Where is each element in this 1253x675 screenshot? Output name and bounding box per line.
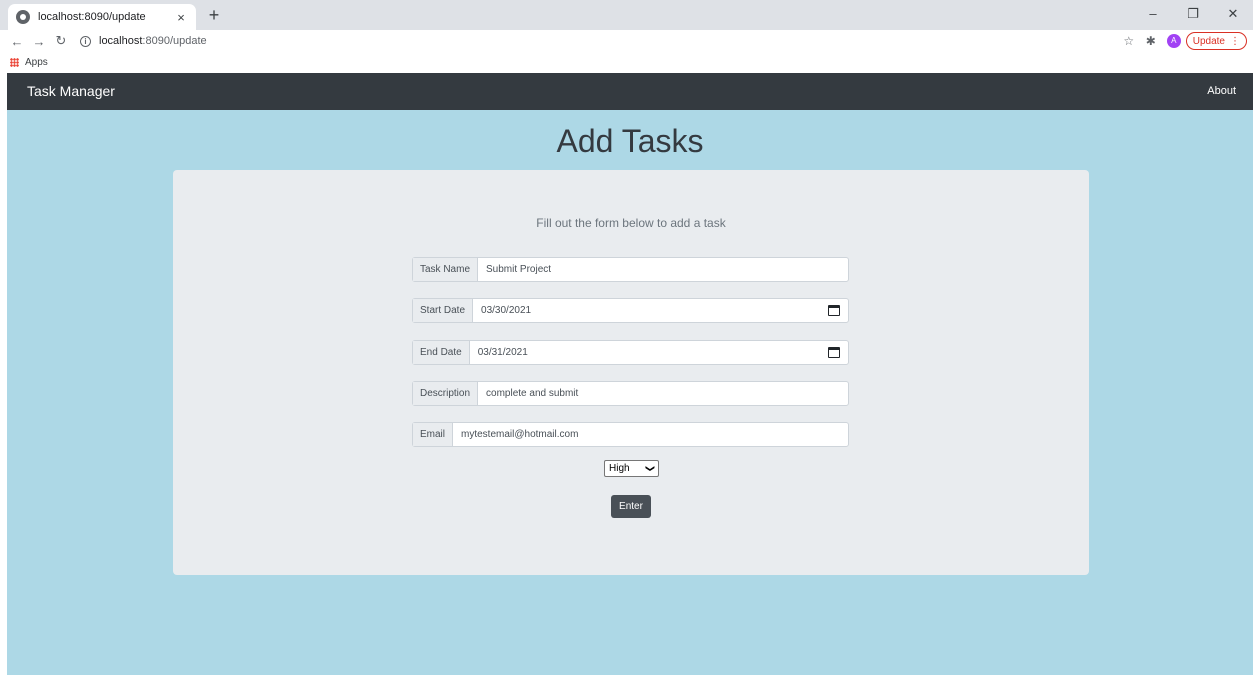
start-date-field[interactable]: Start Date 03/30/2021: [412, 298, 849, 323]
page-content: Task Manager About Add Tasks Fill out th…: [7, 73, 1253, 675]
menu-icon: ⋮: [1230, 35, 1240, 47]
browser-toolbar: ← → ↻ i localhost:8090/update ☆ ✱ A Upda…: [0, 30, 1253, 52]
calendar-icon[interactable]: [828, 305, 840, 316]
start-date-label: Start Date: [413, 299, 474, 322]
tab-close-icon[interactable]: ×: [174, 10, 188, 25]
avatar[interactable]: A: [1166, 34, 1181, 48]
minimize-icon[interactable]: –: [1133, 0, 1173, 28]
priority-selected: High: [609, 463, 630, 474]
info-icon[interactable]: i: [80, 35, 91, 47]
apps-icon[interactable]: [10, 58, 19, 67]
update-label: Update: [1192, 35, 1225, 47]
update-button[interactable]: Update ⋮: [1185, 32, 1247, 50]
task-name-label: Task Name: [413, 258, 479, 281]
restore-icon[interactable]: ❐: [1173, 0, 1213, 28]
new-tab-button[interactable]: +: [204, 5, 224, 26]
form-instructions: Fill out the form below to add a task: [536, 216, 726, 230]
close-window-icon[interactable]: ✕: [1213, 0, 1253, 28]
end-date-label: End Date: [413, 341, 470, 364]
window-controls: – ❐ ✕: [1133, 0, 1253, 28]
globe-icon: [16, 10, 30, 24]
bookmarks-bar: Apps: [0, 52, 1253, 73]
end-date-field[interactable]: End Date 03/31/2021: [412, 340, 849, 365]
tab-title: localhost:8090/update: [38, 11, 146, 23]
reload-icon[interactable]: ↻: [50, 33, 72, 49]
description-input[interactable]: complete and submit: [478, 382, 848, 405]
form-card: Fill out the form below to add a task Ta…: [173, 170, 1089, 575]
chevron-down-icon: ❯: [645, 464, 656, 473]
apps-bookmark[interactable]: Apps: [25, 57, 48, 68]
navbar: Task Manager About: [7, 73, 1253, 110]
end-date-input[interactable]: 03/31/2021: [470, 341, 828, 364]
start-date-input[interactable]: 03/30/2021: [473, 299, 828, 322]
forward-icon[interactable]: →: [28, 34, 50, 49]
url-host: localhost: [99, 35, 143, 47]
description-field[interactable]: Description complete and submit: [412, 381, 849, 406]
task-name-input[interactable]: Submit Project: [478, 258, 848, 281]
email-input[interactable]: mytestemail@hotmail.com: [453, 423, 848, 446]
extensions-icon[interactable]: ✱: [1140, 34, 1162, 48]
address-bar[interactable]: i localhost:8090/update: [72, 31, 1118, 51]
about-link[interactable]: About: [1207, 73, 1236, 110]
back-icon[interactable]: ←: [6, 34, 28, 49]
email-field[interactable]: Email mytestemail@hotmail.com: [412, 422, 849, 447]
calendar-icon[interactable]: [828, 347, 840, 358]
url-path: :8090/update: [142, 35, 207, 47]
enter-button[interactable]: Enter: [611, 495, 651, 518]
star-icon[interactable]: ☆: [1118, 34, 1140, 48]
page-title: Add Tasks: [556, 123, 704, 159]
description-label: Description: [413, 382, 479, 405]
toolbar-actions: ☆ ✱ A Update ⋮: [1118, 32, 1253, 50]
priority-select[interactable]: High ❯: [604, 460, 659, 477]
navbar-brand[interactable]: Task Manager: [27, 73, 115, 110]
task-name-field[interactable]: Task Name Submit Project: [412, 257, 849, 282]
browser-tab[interactable]: localhost:8090/update ×: [8, 4, 196, 30]
browser-tabstrip: localhost:8090/update × + – ❐ ✕: [0, 0, 1253, 30]
email-label: Email: [413, 423, 454, 446]
